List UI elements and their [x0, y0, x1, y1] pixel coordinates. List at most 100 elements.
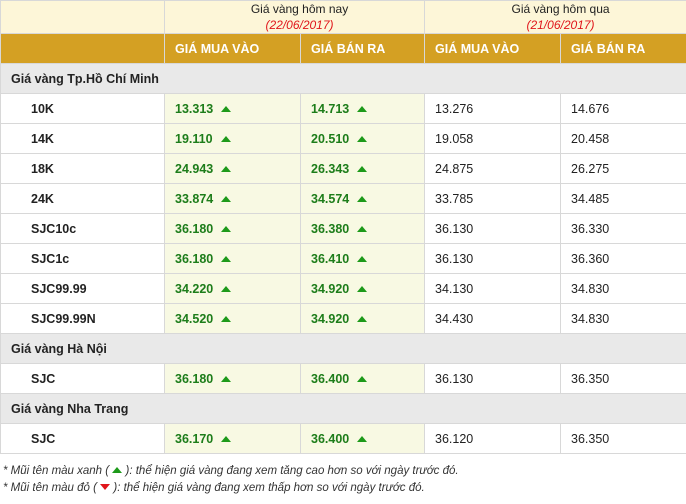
arrow-up-icon [221, 255, 232, 262]
yesterday-buy-price: 13.276 [435, 101, 474, 116]
yesterday-label: Giá vàng hôm qua [511, 2, 610, 16]
column-header-row: GIÁ MUA VÀO GIÁ BÁN RA GIÁ MUA VÀO GIÁ B… [0, 33, 686, 64]
today-sell-price-cell: 36.410 [299, 243, 426, 274]
yesterday-buy-price: 24.875 [435, 161, 474, 176]
yesterday-date: (21/06/2017) [526, 18, 595, 32]
yesterday-sell-price: 20.458 [571, 131, 610, 146]
gold-type-cell: SJC99.99 [0, 273, 165, 304]
col-yesterday-sell: GIÁ BÁN RA [560, 33, 686, 64]
yesterday-buy-price-cell: 36.130 [424, 213, 562, 244]
arrow-up-icon [221, 435, 232, 442]
today-buy-price: 34.520 [175, 311, 214, 326]
yesterday-sell-price: 34.830 [571, 281, 610, 296]
gold-type: SJC99.99N [31, 311, 96, 326]
yesterday-sell-price-cell: 34.830 [560, 273, 686, 304]
today-buy-price-cell: 36.180 [164, 363, 301, 394]
yesterday-sell-price-cell: 26.275 [560, 153, 686, 184]
today-buy-price: 36.180 [175, 221, 214, 236]
arrow-up-icon [357, 255, 368, 262]
today-sell-price-cell: 36.380 [299, 213, 426, 244]
note-green-suffix: ): thể hiện giá vàng đang xem tăng cao h… [125, 465, 459, 477]
arrow-up-icon [221, 225, 232, 232]
today-buy-price: 34.220 [175, 281, 214, 296]
gold-type: SJC10c [31, 221, 77, 236]
col-today-sell: GIÁ BÁN RA [299, 33, 426, 64]
yesterday-sell-price: 34.830 [571, 311, 610, 326]
today-buy-price: 24.943 [175, 161, 214, 176]
today-buy-price-cell: 33.874 [164, 183, 301, 214]
today-sell-price: 36.400 [311, 371, 350, 386]
today-buy-price-cell: 24.943 [164, 153, 301, 184]
today-buy-price: 19.110 [175, 131, 213, 146]
today-buy-price-cell: 36.180 [164, 243, 301, 274]
arrow-up-icon [357, 135, 368, 142]
note-green-prefix: * Mũi tên màu xanh ( [3, 465, 110, 477]
gold-type-cell: SJC [0, 363, 165, 394]
gold-type: 14K [31, 131, 54, 146]
arrow-down-icon [100, 484, 111, 490]
yesterday-buy-price: 34.430 [435, 311, 474, 326]
yesterday-sell-price-cell: 36.360 [560, 243, 686, 274]
gold-type-cell: 18K [0, 153, 165, 184]
note-red: * Mũi tên màu đỏ ( ): thể hiện giá vàng … [3, 480, 459, 497]
yesterday-sell-price: 36.360 [571, 251, 610, 266]
yesterday-buy-price-cell: 36.130 [424, 363, 562, 394]
table-row: SJC1c 36.180 36.410 36.130 36.360 [0, 243, 686, 274]
yesterday-buy-price: 36.120 [435, 431, 474, 446]
yesterday-sell-price: 36.350 [571, 371, 610, 386]
today-sell-price: 36.400 [311, 431, 350, 446]
today-sell-price: 20.510 [311, 131, 350, 146]
today-sell-price: 34.920 [311, 311, 350, 326]
note-red-suffix: ): thể hiện giá vàng đang xem thấp hơn s… [113, 482, 425, 494]
today-buy-price: 33.874 [175, 191, 214, 206]
yesterday-buy-price: 36.130 [435, 371, 474, 386]
gold-price-table: Giá vàng hôm nay (22/06/2017) Giá vàng h… [0, 0, 686, 454]
gold-type: 10K [31, 101, 54, 116]
today-sell-price: 34.574 [311, 191, 350, 206]
col-yesterday-buy: GIÁ MUA VÀO [424, 33, 562, 64]
arrow-up-icon [357, 105, 368, 112]
yesterday-sell-price: 34.485 [571, 191, 610, 206]
arrow-up-icon [112, 467, 123, 473]
arrow-up-icon [357, 195, 368, 202]
today-sell-price: 14.713 [311, 101, 350, 116]
gold-type-cell: SJC10c [0, 213, 165, 244]
group-title: Giá vàng Hà Nội [0, 333, 686, 364]
table-row: 10K 13.313 14.713 13.276 14.676 [0, 93, 686, 124]
yesterday-sell-price-cell: 20.458 [560, 123, 686, 154]
yesterday-sell-price: 36.350 [571, 431, 610, 446]
yesterday-buy-price: 36.130 [435, 221, 474, 236]
table-row: SJC99.99N 34.520 34.920 34.430 34.830 [0, 303, 686, 334]
gold-type-cell: 14K [0, 123, 165, 154]
arrow-up-icon [221, 315, 232, 322]
yesterday-buy-price-cell: 36.120 [424, 423, 562, 454]
gold-type: SJC [31, 371, 56, 386]
today-buy-price-cell: 36.170 [164, 423, 301, 454]
arrow-up-icon [357, 315, 368, 322]
gold-type: SJC1c [31, 251, 70, 266]
today-sell-price: 26.343 [311, 161, 350, 176]
arrow-up-icon [357, 375, 368, 382]
yesterday-buy-price: 34.130 [435, 281, 474, 296]
gold-price-body: Giá vàng Tp.Hồ Chí Minh 10K 13.313 14.713 13… [0, 63, 686, 454]
today-sell-price-cell: 34.574 [299, 183, 426, 214]
group-row: Giá vàng Hà Nội [0, 333, 686, 364]
yesterday-buy-price-cell: 33.785 [424, 183, 562, 214]
arrow-up-icon [221, 285, 232, 292]
today-date: (22/06/2017) [265, 18, 334, 32]
yesterday-buy-price-cell: 24.875 [424, 153, 562, 184]
yesterday-buy-price-cell: 13.276 [424, 93, 562, 124]
col-today-buy: GIÁ MUA VÀO [164, 33, 301, 64]
today-buy-price-cell: 34.220 [164, 273, 301, 304]
today-buy-price: 13.313 [175, 101, 214, 116]
yesterday-sell-price-cell: 36.330 [560, 213, 686, 244]
group-row: Giá vàng Tp.Hồ Chí Minh [0, 63, 686, 94]
table-row: 14K 19.110 20.510 19.058 20.458 [0, 123, 686, 154]
today-buy-price-cell: 36.180 [164, 213, 301, 244]
legend-notes: * Mũi tên màu xanh ( ): thể hiện giá vàn… [3, 463, 459, 497]
table-row: SJC 36.180 36.400 36.130 36.350 [0, 363, 686, 394]
arrow-up-icon [221, 165, 232, 172]
arrow-up-icon [357, 435, 368, 442]
yesterday-buy-price-cell: 19.058 [424, 123, 562, 154]
gold-type-cell: SJC [0, 423, 165, 454]
